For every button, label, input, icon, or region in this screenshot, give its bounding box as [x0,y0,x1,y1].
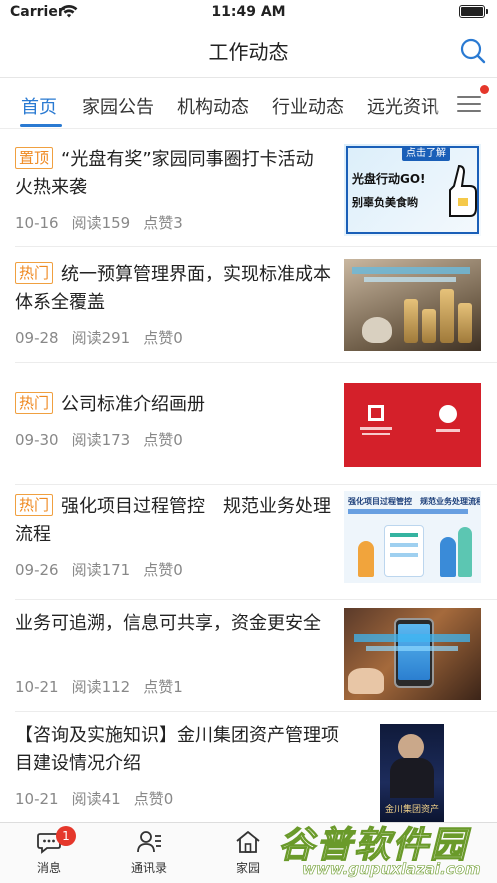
search-icon[interactable] [459,37,487,65]
hot-badge: 热门 [15,262,54,284]
news-likes: 点赞0 [143,431,183,449]
list-item[interactable]: 业务可追溯，信息可共享，资金更安全 10-21 阅读112 点赞1 [0,600,497,712]
news-reads: 阅读112 [71,678,131,696]
news-thumbnail [344,259,481,351]
news-title: 【咨询及实施知识】金川集团资产管理项目建设情况介绍 [15,722,355,778]
page-title: 工作动态 [208,40,289,64]
news-title: 置顶 “光盘有奖”家园同事圈打卡活动火热来袭 [15,146,331,202]
status-bar: Carrier 11:49 AM [0,0,497,26]
unread-badge: 1 [56,826,76,846]
bottom-tab-contacts[interactable]: 通讯录 [104,829,194,876]
news-likes: 点赞0 [143,561,183,579]
contacts-icon [137,831,161,853]
thumb-line2: 别辜负美食哟 [352,196,418,209]
tab-industry-news[interactable]: 行业动态 [272,93,344,119]
hot-badge: 热门 [15,494,54,516]
news-reads: 阅读159 [71,214,131,232]
tab-announcements[interactable]: 家园公告 [82,93,154,119]
battery-icon [459,5,488,18]
thumb-line1: 光盘行动GO! [352,172,426,186]
bottom-tab-label: 通讯录 [130,861,167,875]
news-date: 10-16 [15,214,59,232]
news-reads: 阅读173 [71,431,131,449]
news-meta: 09-26 阅读171 点赞0 [15,559,196,580]
watermark: 谷普软件园 www.gupuxlazai.com [272,812,497,883]
news-reads: 阅读171 [71,561,131,579]
thumb-line1: 强化项目过程管控 规范业务处理流程 [348,497,480,506]
news-likes: 点赞0 [143,329,183,347]
watermark-url: www.gupuxlazai.com [302,860,481,879]
news-likes: 点赞0 [133,790,174,808]
news-date: 09-30 [15,431,59,449]
list-item[interactable]: 热门 强化项目过程管控 规范业务处理流程 09-26 阅读171 点赞0 强化项目过程… [0,485,497,600]
news-thumbnail [344,608,481,700]
news-date: 10-21 [15,678,59,696]
news-title-text: 统一预算管理界面，实现标准成本体系全覆盖 [15,264,332,313]
thumbs-up-icon [449,164,477,217]
news-title-text: 强化项目过程管控 规范业务处理流程 [15,496,332,545]
bottom-tab-label: 消息 [36,861,61,875]
thumb-banner: 点击了解 [402,147,450,161]
pinned-badge: 置顶 [15,147,54,169]
news-title: 业务可追溯，信息可共享，资金更安全 [15,610,331,638]
tab-yuanguang-info[interactable]: 远光资讯 [367,93,439,119]
menu-notification-dot [480,85,489,94]
list-item[interactable]: 热门 统一预算管理界面，实现标准成本体系全覆盖 09-28 阅读291 点赞0 [0,247,497,363]
news-date: 09-28 [15,329,59,347]
news-meta: 09-28 阅读291 点赞0 [15,327,196,348]
news-title-text: 公司标准介绍画册 [61,394,206,415]
news-date: 09-26 [15,561,59,579]
menu-icon[interactable] [457,93,483,115]
tab-org-news[interactable]: 机构动态 [177,93,249,119]
news-title-text: “光盘有奖”家园同事圈打卡活动火热来袭 [15,149,314,198]
category-tabs: 首页 家园公告 机构动态 行业动态 远光资讯 [0,79,497,129]
news-thumbnail: 点击了解 光盘行动GO! 别辜负美食哟 [344,144,481,236]
home-icon [236,831,260,853]
list-item[interactable]: 热门 公司标准介绍画册 09-30 阅读173 点赞0 [0,363,497,485]
hot-badge: 热门 [15,392,54,414]
list-item[interactable]: 置顶 “光盘有奖”家园同事圈打卡活动火热来袭 10-16 阅读159 点赞3 点击了解… [0,130,497,247]
news-likes: 点赞1 [143,678,183,696]
news-date: 10-21 [15,790,59,808]
news-meta: 10-21 阅读112 点赞1 [15,676,196,697]
news-meta: 10-21 阅读41 点赞0 [15,788,186,809]
news-title: 热门 公司标准介绍画册 [15,391,331,419]
news-title-text: 业务可追溯，信息可共享，资金更安全 [15,613,321,634]
news-thumbnail: 金川集团资产 [380,724,444,822]
bottom-tab-messages[interactable]: 消息 1 [4,826,94,876]
news-reads: 阅读291 [71,329,131,347]
news-meta: 09-30 阅读173 点赞0 [15,429,196,450]
news-meta: 10-16 阅读159 点赞3 [15,212,196,233]
news-reads: 阅读41 [71,790,121,808]
active-tab-indicator [20,124,62,127]
news-likes: 点赞3 [143,214,183,232]
tab-home[interactable]: 首页 [21,93,57,119]
news-title: 热门 统一预算管理界面，实现标准成本体系全覆盖 [15,261,331,317]
news-title: 热门 强化项目过程管控 规范业务处理流程 [15,493,331,549]
status-time: 11:49 AM [211,4,286,20]
nav-bar: 工作动态 [0,26,497,78]
news-thumbnail [344,379,481,471]
news-thumbnail: 强化项目过程管控 规范业务处理流程 [344,491,481,583]
news-title-text: 【咨询及实施知识】金川集团资产管理项目建设情况介绍 [15,725,339,774]
list-item[interactable]: 【咨询及实施知识】金川集团资产管理项目建设情况介绍 10-21 阅读41 点赞0 金… [0,712,497,822]
